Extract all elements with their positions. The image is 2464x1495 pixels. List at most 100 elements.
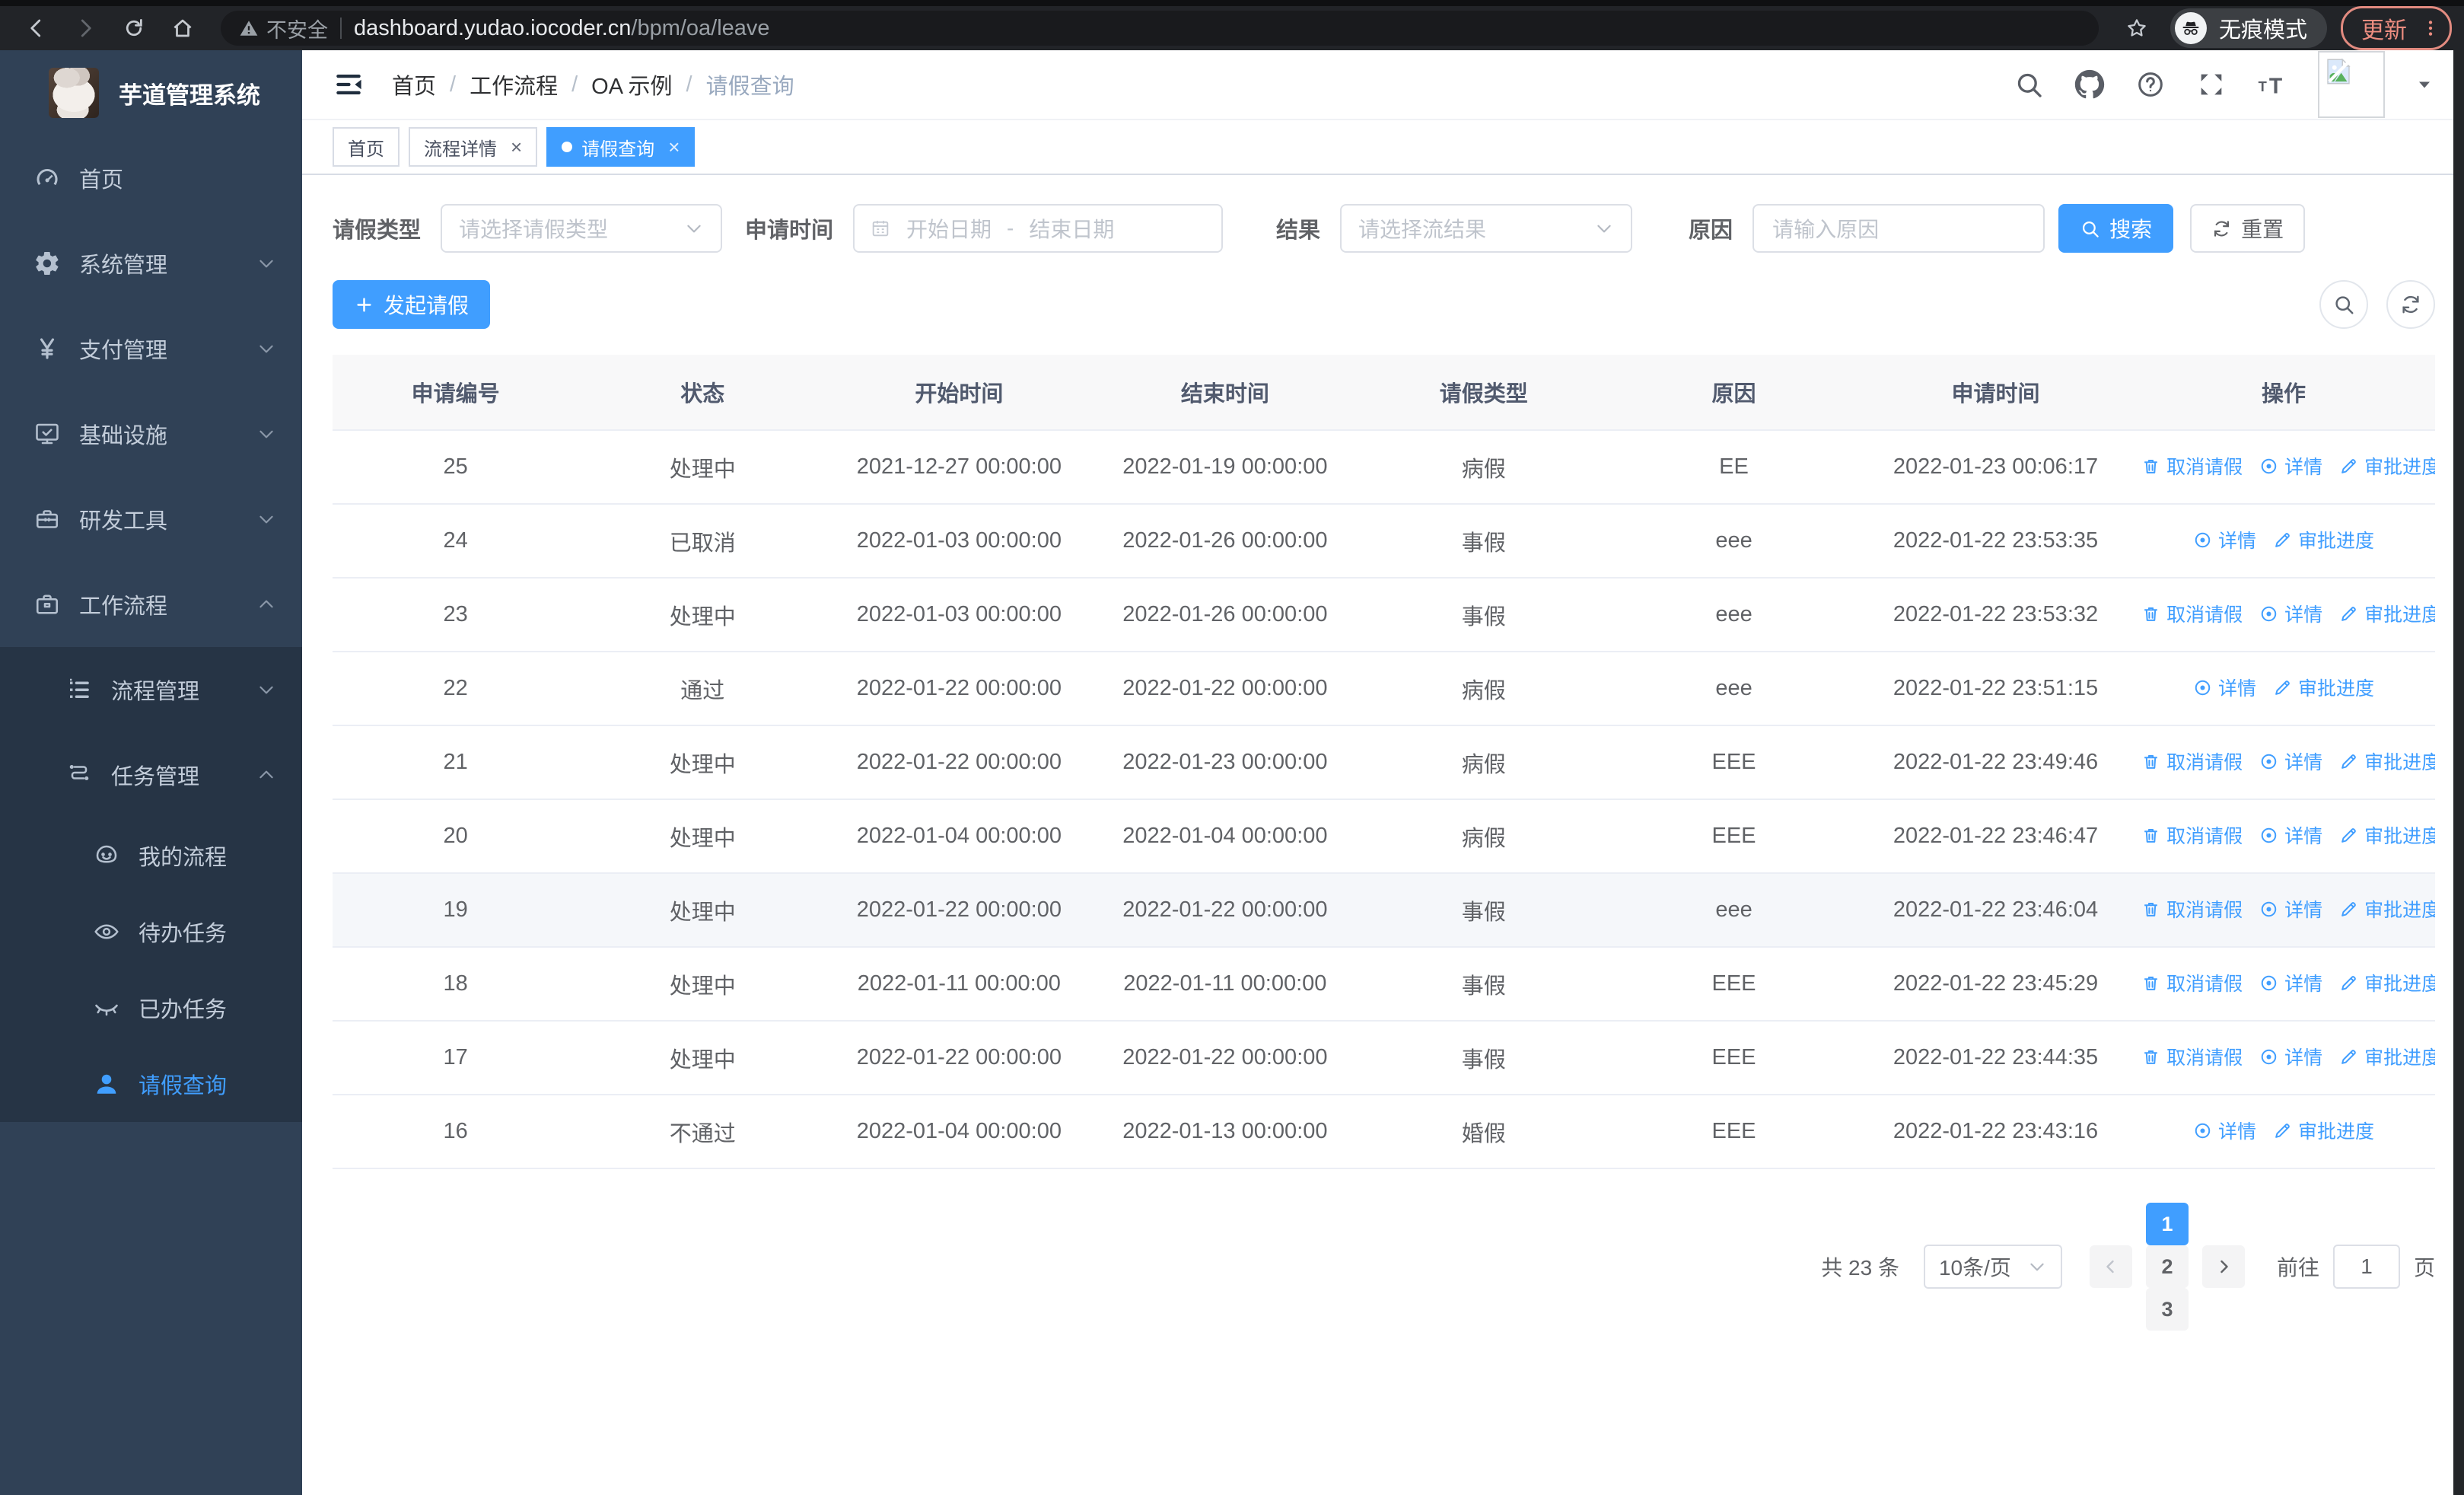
detail-link[interactable]: 详情 [2259,1043,2322,1070]
tab-home[interactable]: 首页 [333,127,400,167]
create-leave-button[interactable]: 发起请假 [333,280,491,329]
sidebar-item-done-tasks[interactable]: 已办任务 [0,970,302,1046]
edit-icon [2273,1121,2292,1140]
cancel-leave-link[interactable]: 取消请假 [2141,1043,2243,1070]
cancel-leave-link[interactable]: 取消请假 [2141,895,2243,923]
end-date-placeholder: 结束日期 [1029,218,1115,241]
sidebar-item-system-management[interactable]: 系统管理 [0,221,302,306]
fullscreen-icon[interactable] [2196,69,2227,100]
tab-process-detail[interactable]: 流程详情 × [409,127,538,167]
menu-dots-icon[interactable] [2421,18,2440,38]
trash-icon [2141,1047,2160,1066]
sidebar-item-my-process[interactable]: 我的流程 [0,818,302,894]
next-page-button[interactable] [2201,1245,2245,1288]
chevron-up-icon [256,765,276,785]
approval-progress-link[interactable]: 审批进度 [2339,600,2435,627]
detail-link[interactable]: 详情 [2259,895,2322,923]
approval-progress-link[interactable]: 审批进度 [2273,674,2374,701]
tree-icon [65,761,93,789]
page-size-select[interactable]: 10条/页 [1923,1245,2062,1289]
apply-time-label: 申请时间 [745,218,834,243]
reload-icon[interactable] [119,13,149,43]
page-button-1[interactable]: 1 [2145,1203,2189,1245]
scrollbar[interactable] [2453,50,2464,1495]
result-select[interactable]: 请选择流结果 [1340,204,1633,253]
leave-type-select[interactable]: 请选择请假类型 [441,204,723,253]
chevron-down-icon [256,339,276,359]
page-button-2[interactable]: 2 [2145,1245,2189,1288]
sidebar-item-dev-tools[interactable]: 研发工具 [0,477,302,562]
sidebar-item-label: 已办任务 [138,998,228,1022]
url-bar[interactable]: 不安全 dashboard.yudao.iocoder.cn /bpm/oa/l… [221,11,2099,46]
cancel-leave-link[interactable]: 取消请假 [2141,452,2243,480]
table-row: 21 处理中 2022-01-22 00:00:00 2022-01-23 00:00… [333,725,2435,800]
approval-progress-link[interactable]: 审批进度 [2339,1043,2435,1070]
cancel-leave-link[interactable]: 取消请假 [2141,969,2243,996]
back-icon[interactable] [21,13,52,43]
sidebar-item-infrastructure[interactable]: 基础设施 [0,391,302,477]
table-refresh-button[interactable] [2386,280,2435,329]
table-toolbar: 发起请假 [333,280,2435,329]
cell-start: 2022-01-22 00:00:00 [826,1021,1092,1095]
browser-menu-button[interactable]: 更新 [2341,6,2452,50]
detail-link[interactable]: 详情 [2193,674,2256,701]
apply-time-range-input[interactable]: 开始日期 - 结束日期 [853,204,1224,253]
prev-page-button[interactable] [2089,1245,2132,1288]
detail-link[interactable]: 详情 [2259,600,2322,627]
cancel-leave-link[interactable]: 取消请假 [2141,748,2243,775]
leave-type-label: 请假类型 [333,218,422,243]
table-search-toggle-button[interactable] [2319,280,2368,329]
breadcrumb-item[interactable]: 工作流程 [470,69,558,100]
github-icon[interactable] [2074,69,2105,100]
close-icon[interactable]: × [511,137,522,157]
caret-down-icon[interactable] [2415,75,2434,94]
approval-progress-link[interactable]: 审批进度 [2339,969,2435,996]
avatar[interactable] [2318,51,2385,118]
close-icon[interactable]: × [668,137,680,157]
approval-progress-link[interactable]: 审批进度 [2273,1117,2374,1144]
approval-progress-link[interactable]: 审批进度 [2273,526,2374,553]
detail-link[interactable]: 详情 [2193,526,2256,553]
calendar-icon [870,218,891,239]
help-icon[interactable] [2135,69,2166,100]
approval-progress-link[interactable]: 审批进度 [2339,895,2435,923]
sidebar-item-home[interactable]: 首页 [0,135,302,221]
sidebar-item-leave-query[interactable]: 请假查询 [0,1046,302,1122]
sidebar-collapse-icon[interactable] [333,69,365,100]
approval-progress-link[interactable]: 审批进度 [2339,748,2435,775]
search-icon[interactable] [2014,69,2044,100]
goto-page-input[interactable] [2332,1245,2400,1289]
sidebar-item-process-management[interactable]: 流程管理 [0,647,302,732]
breadcrumb-item[interactable]: OA 示例 [591,69,672,100]
bookmark-star-icon[interactable] [2122,13,2152,43]
cell-start: 2022-01-03 00:00:00 [826,578,1092,652]
approval-progress-link[interactable]: 审批进度 [2339,821,2435,849]
cancel-leave-link[interactable]: 取消请假 [2141,600,2243,627]
detail-link[interactable]: 详情 [2259,452,2322,480]
font-size-icon[interactable]: TT [2257,69,2287,100]
cell-id: 19 [333,873,579,948]
sidebar-menu: 首页 系统管理 支付管理 基础设施 研发工具 工作流程 流程管理 任务管理 我的流程 待办任务已办… [0,135,302,1122]
reason-input[interactable]: 请输入原因 [1752,204,2045,253]
detail-link[interactable]: 详情 [2193,1117,2256,1144]
page-button-3[interactable]: 3 [2145,1288,2189,1331]
cancel-leave-link[interactable]: 取消请假 [2141,821,2243,849]
sidebar-item-task-management[interactable]: 任务管理 [0,732,302,818]
sidebar-item-workflow[interactable]: 工作流程 [0,562,302,647]
detail-link[interactable]: 详情 [2259,969,2322,996]
forward-icon[interactable] [70,13,100,43]
home-icon[interactable] [167,13,198,43]
warning-icon[interactable] [239,18,259,38]
detail-link[interactable]: 详情 [2259,748,2322,775]
approval-progress-link[interactable]: 审批进度 [2339,452,2435,480]
tab-leave-query[interactable]: 请假查询 × [546,127,696,167]
edit-icon [2273,678,2292,697]
sidebar-item-todo-tasks[interactable]: 待办任务 [0,894,302,970]
search-button[interactable]: 搜索 [2058,204,2174,253]
sidebar-item-payment-management[interactable]: 支付管理 [0,306,302,391]
detail-link[interactable]: 详情 [2259,821,2322,849]
tab-label: 首页 [348,139,384,160]
reset-button[interactable]: 重置 [2190,204,2306,253]
breadcrumb-item[interactable]: 首页 [392,69,436,100]
cell-end: 2022-01-11 00:00:00 [1091,947,1359,1022]
